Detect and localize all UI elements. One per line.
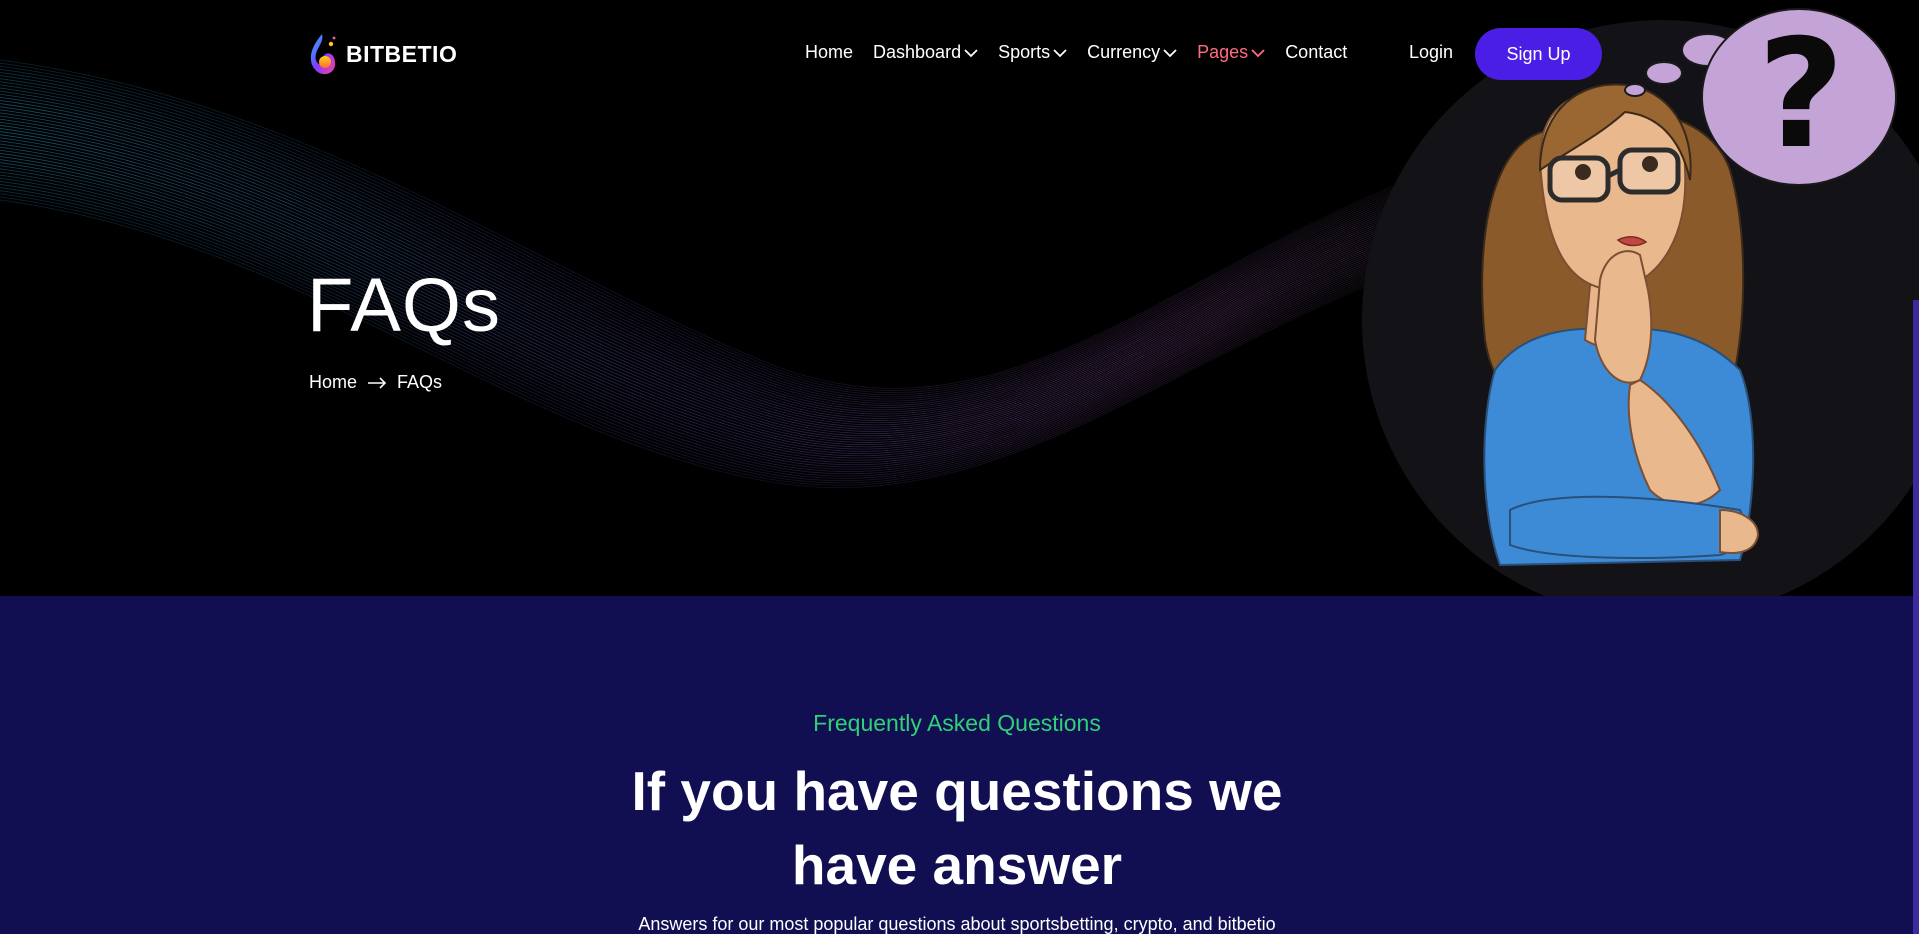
nav-item-home[interactable]: Home: [805, 42, 853, 63]
nav-item-dashboard[interactable]: Dashboard: [873, 42, 978, 63]
wave-line: [0, 146, 1501, 450]
wave-line: [0, 131, 1501, 439]
arrow-right-icon: [368, 376, 387, 389]
nav-item-label: Sports: [998, 42, 1051, 62]
brand-name: BITBETIO: [346, 40, 458, 67]
breadcrumb-home-link[interactable]: Home: [309, 372, 357, 393]
wave-line: [0, 177, 1501, 472]
faq-subtitle: Answers for our most popular questions a…: [638, 914, 1276, 934]
wave-line: [0, 171, 1501, 468]
nav-item-pages[interactable]: Pages: [1197, 42, 1265, 63]
wave-line: [0, 134, 1501, 441]
wave-line: [0, 124, 1501, 434]
top-navbar: BITBETIO Home Dashboard Sports Currency …: [0, 0, 1919, 108]
wave-line: [0, 72, 1501, 398]
wave-line: [0, 106, 1501, 421]
flame-logo-icon: [310, 34, 336, 75]
chevron-down-icon: [1163, 48, 1177, 57]
nav-item-label: Dashboard: [873, 42, 962, 62]
faq-heading: If you have questions we have answer: [0, 754, 1914, 902]
chevron-down-icon: [1053, 48, 1067, 57]
wave-line: [0, 184, 1501, 477]
nav-item-contact[interactable]: Contact: [1285, 42, 1347, 63]
login-link[interactable]: Login: [1409, 42, 1453, 63]
chevron-down-icon: [1251, 48, 1265, 57]
breadcrumb: Home FAQs: [309, 372, 442, 393]
nav-item-currency[interactable]: Currency: [1087, 42, 1177, 63]
faq-section: Frequently Asked Questions If you have q…: [0, 596, 1919, 934]
nav-item-sports[interactable]: Sports: [998, 42, 1067, 63]
faq-eyebrow: Frequently Asked Questions: [813, 710, 1101, 736]
chevron-down-icon: [964, 48, 978, 57]
brand-logo[interactable]: BITBETIO: [308, 32, 457, 76]
page-hero: ? BITBETIO Home Dashboard Sports Currenc…: [0, 0, 1919, 596]
faq-heading-line: have answer: [791, 834, 1123, 896]
nav-item-label: Contact: [1285, 42, 1348, 62]
wave-line: [0, 100, 1501, 417]
scrollbar[interactable]: [1913, 300, 1919, 934]
signup-button[interactable]: Sign Up: [1475, 28, 1602, 80]
nav-item-label: Pages: [1197, 42, 1249, 62]
wave-line: [0, 68, 1501, 396]
nav-item-label: Home: [805, 42, 854, 62]
faq-heading-line: If you have questions we: [631, 760, 1283, 822]
wave-line: [0, 62, 1501, 391]
page-title: FAQs: [307, 263, 502, 348]
wave-line: [0, 109, 1501, 424]
nav-item-label: Currency: [1087, 42, 1161, 62]
breadcrumb-current: FAQs: [397, 372, 443, 392]
wave-line: [0, 65, 1501, 393]
main-nav: Home Dashboard Sports Currency Pages Con…: [805, 42, 1347, 63]
